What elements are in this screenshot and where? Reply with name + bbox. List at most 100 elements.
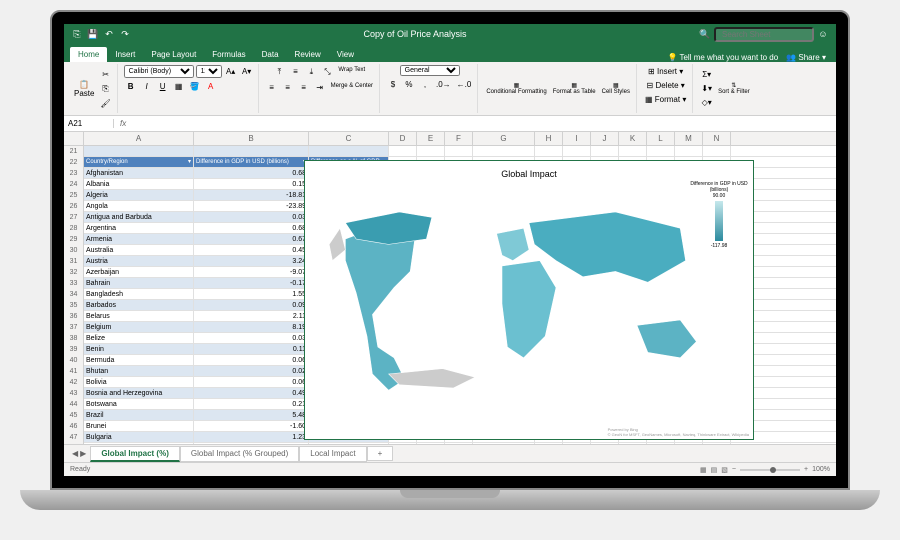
cell[interactable]: Argentina: [84, 223, 194, 233]
row-header[interactable]: 36: [64, 311, 84, 322]
cell[interactable]: 5.48: [194, 410, 309, 420]
cell[interactable]: Burkina Faso: [84, 443, 194, 444]
font-select[interactable]: Calibri (Body): [124, 65, 194, 78]
cell[interactable]: Bulgaria: [84, 432, 194, 442]
row-header[interactable]: 27: [64, 212, 84, 223]
cell[interactable]: 0.67: [194, 234, 309, 244]
row-header[interactable]: 28: [64, 223, 84, 234]
col-header[interactable]: F: [445, 132, 473, 145]
autosum-icon[interactable]: Σ▾: [699, 68, 714, 81]
row-header[interactable]: 42: [64, 377, 84, 388]
row-header[interactable]: 21: [64, 146, 84, 157]
cell[interactable]: [445, 146, 473, 156]
row-header[interactable]: 41: [64, 366, 84, 377]
cell[interactable]: 0.45: [194, 245, 309, 255]
cell[interactable]: Benin: [84, 344, 194, 354]
font-color-button[interactable]: A: [204, 80, 218, 93]
cell[interactable]: 0.06: [194, 355, 309, 365]
col-header[interactable]: D: [389, 132, 417, 145]
row-header[interactable]: 48: [64, 443, 84, 444]
cell[interactable]: 0.11: [194, 344, 309, 354]
cell[interactable]: 3.24: [194, 256, 309, 266]
underline-button[interactable]: U: [156, 80, 170, 93]
increase-decimal-icon[interactable]: .0→: [434, 78, 453, 91]
row-header[interactable]: 37: [64, 322, 84, 333]
col-header[interactable]: I: [563, 132, 591, 145]
tab-formulas[interactable]: Formulas: [204, 47, 253, 62]
col-header[interactable]: C: [309, 132, 389, 145]
add-sheet-button[interactable]: +: [367, 446, 394, 461]
col-header[interactable]: M: [675, 132, 703, 145]
col-header[interactable]: K: [619, 132, 647, 145]
zoom-out-button[interactable]: −: [732, 466, 736, 473]
format-painter-button[interactable]: 🖌: [98, 97, 112, 110]
col-header[interactable]: G: [473, 132, 535, 145]
tab-nav-next-icon[interactable]: ▶: [80, 449, 86, 458]
sheet-tab[interactable]: Local Impact: [299, 446, 366, 462]
cell[interactable]: Bhutan: [84, 366, 194, 376]
zoom-slider[interactable]: [740, 469, 800, 471]
redo-icon[interactable]: ↷: [120, 29, 130, 39]
undo-icon[interactable]: ↶: [104, 29, 114, 39]
row-header[interactable]: 32: [64, 267, 84, 278]
italic-button[interactable]: I: [140, 80, 154, 93]
cell[interactable]: Armenia: [84, 234, 194, 244]
cell[interactable]: [309, 443, 389, 444]
cell[interactable]: [647, 443, 675, 444]
cell[interactable]: 0.49: [194, 388, 309, 398]
cell[interactable]: [647, 146, 675, 156]
cell[interactable]: 0.03: [194, 212, 309, 222]
cell[interactable]: Afghanistan: [84, 168, 194, 178]
cell[interactable]: Angola: [84, 201, 194, 211]
cell[interactable]: Algeria: [84, 190, 194, 200]
percent-icon[interactable]: %: [402, 78, 416, 91]
col-header[interactable]: E: [417, 132, 445, 145]
sheet-tab[interactable]: Global Impact (% Grouped): [180, 446, 299, 462]
font-size-select[interactable]: 11: [196, 65, 222, 78]
cell[interactable]: Botswana: [84, 399, 194, 409]
tab-view[interactable]: View: [329, 47, 362, 62]
cell[interactable]: Austria: [84, 256, 194, 266]
cell[interactable]: Belgium: [84, 322, 194, 332]
cell[interactable]: Albania: [84, 179, 194, 189]
align-center-icon[interactable]: ≡: [281, 81, 295, 94]
cell[interactable]: [389, 146, 417, 156]
cell[interactable]: [675, 146, 703, 156]
row-header[interactable]: 40: [64, 355, 84, 366]
cell[interactable]: [417, 443, 445, 444]
cell[interactable]: -1.60: [194, 421, 309, 431]
cell[interactable]: 0.68: [194, 168, 309, 178]
cell[interactable]: [309, 146, 389, 156]
align-right-icon[interactable]: ≡: [297, 81, 311, 94]
cell[interactable]: Bolivia: [84, 377, 194, 387]
row-header[interactable]: 45: [64, 410, 84, 421]
insert-cells-button[interactable]: ⊞ Insert ▾: [646, 65, 685, 78]
copy-button[interactable]: ⎘: [98, 82, 112, 96]
tab-review[interactable]: Review: [287, 47, 329, 62]
align-middle-icon[interactable]: ≡: [288, 65, 302, 79]
view-layout-icon[interactable]: ▤: [711, 466, 718, 474]
cell[interactable]: [389, 443, 417, 444]
cell[interactable]: 8.19: [194, 322, 309, 332]
col-header[interactable]: N: [703, 132, 731, 145]
cell[interactable]: 0.68: [194, 223, 309, 233]
cell[interactable]: [675, 443, 703, 444]
align-top-icon[interactable]: ⤒: [272, 65, 286, 79]
row-header[interactable]: 30: [64, 245, 84, 256]
row-header[interactable]: 38: [64, 333, 84, 344]
save-icon[interactable]: 💾: [88, 29, 98, 39]
decrease-font-icon[interactable]: A▾: [240, 65, 254, 78]
search-icon[interactable]: 🔍: [700, 29, 710, 39]
cell[interactable]: [84, 146, 194, 156]
cell[interactable]: 0.21: [194, 399, 309, 409]
cell[interactable]: [703, 443, 731, 444]
tell-me[interactable]: 💡 Tell me what you want to do: [667, 53, 778, 62]
paste-button[interactable]: 📋Paste: [72, 78, 96, 100]
row-header[interactable]: 25: [64, 190, 84, 201]
align-left-icon[interactable]: ≡: [265, 81, 279, 94]
cell[interactable]: 1.23: [194, 432, 309, 442]
cell[interactable]: [619, 443, 647, 444]
cell[interactable]: Bahrain: [84, 278, 194, 288]
cell[interactable]: [535, 146, 563, 156]
cell[interactable]: [535, 443, 563, 444]
